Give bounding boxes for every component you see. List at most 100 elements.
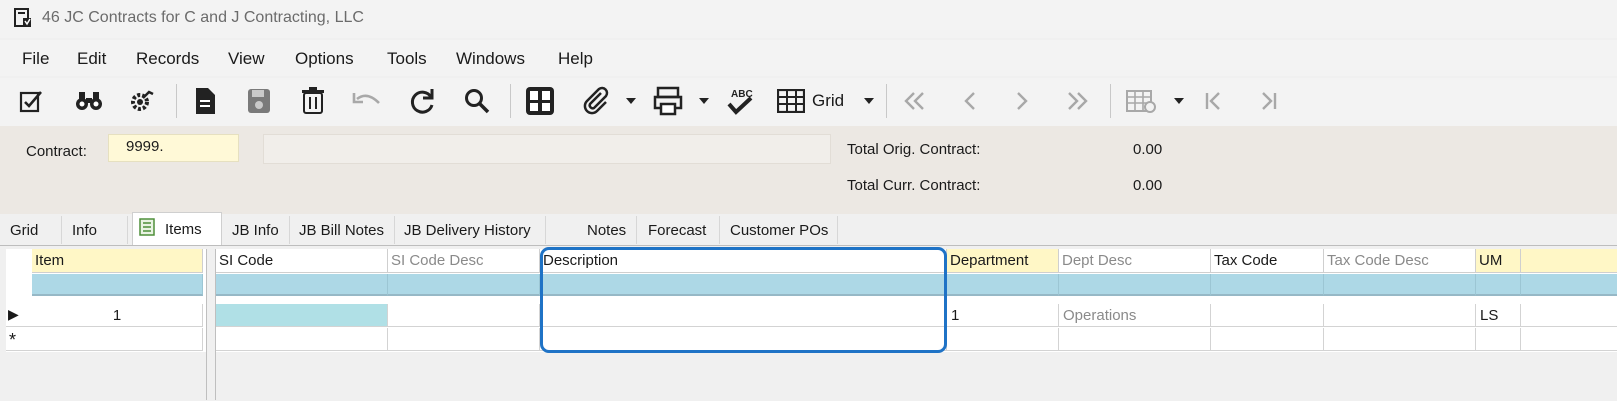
total-curr-contract-label: Total Curr. Contract: [847,177,981,194]
go-last-icon[interactable] [1252,78,1284,124]
undo-icon[interactable] [350,78,384,124]
contract-input[interactable]: 9999. [108,134,239,162]
tab-forecast[interactable]: Forecast [642,216,720,244]
new-row-cell-tax-code[interactable] [1211,328,1324,351]
toolbar-separator [510,84,511,118]
toolbar-separator [176,84,177,118]
chevron-down-icon[interactable] [862,78,876,124]
cell-dept-desc: Operations [1059,304,1211,327]
tab-notes[interactable]: Notes [581,216,637,244]
description-column-highlight [540,247,947,353]
binoculars-icon[interactable] [72,78,106,124]
chevron-down-icon[interactable] [1172,78,1186,124]
tab-items-label: Items [165,220,202,238]
filter-cell-tax-code-desc[interactable] [1324,274,1476,296]
new-row-cell-dept-desc [1059,328,1211,351]
tab-items[interactable]: Items [132,212,222,245]
new-row-cell-si-code[interactable] [216,328,388,351]
spellcheck-icon[interactable]: ABC [722,78,758,124]
cell-um[interactable]: LS [1476,304,1521,327]
toolbar-separator [1110,84,1111,118]
save-icon[interactable] [244,78,274,124]
delete-icon[interactable] [298,78,328,124]
filter-cell-tax-code[interactable] [1211,274,1324,296]
new-row-cell-item[interactable] [32,328,203,351]
grid-settings-icon[interactable] [1124,78,1160,124]
column-header-item[interactable]: Item [32,249,203,273]
menu-options[interactable]: Options [295,49,354,69]
edit-icon[interactable] [16,78,48,124]
tab-customer-pos[interactable]: Customer POs [724,216,838,244]
cell-item[interactable]: 1 [32,304,203,327]
previous-record-icon[interactable] [954,78,986,124]
print-icon[interactable] [650,78,686,124]
menu-records[interactable]: Records [136,49,199,69]
tab-jb-delivery-history[interactable]: JB Delivery History [398,216,546,244]
menu-file[interactable]: File [22,49,49,69]
column-header-tax-code[interactable]: Tax Code [1211,249,1324,273]
column-header-si-code[interactable]: SI Code [216,249,388,273]
new-row-cell-overflow [1521,328,1617,351]
go-first-icon[interactable] [1198,78,1230,124]
filter-cell-department[interactable] [947,274,1059,296]
column-header-um[interactable]: UM [1476,249,1521,273]
grid-layout-icon[interactable] [522,78,558,124]
menu-bar: File Edit Records View Options Tools Win… [0,40,1617,76]
first-record-icon[interactable] [898,78,930,124]
window-title: 46 JC Contracts for C and J Contracting,… [42,9,364,26]
column-header-dept-desc[interactable]: Dept Desc [1059,249,1211,273]
settings-icon[interactable] [124,78,158,124]
cell-overflow [1521,304,1617,327]
filter-cell-overflow [1521,274,1617,296]
filter-cell-dept-desc[interactable] [1059,274,1211,296]
new-row-cell-tax-code-desc [1324,328,1476,351]
new-document-icon[interactable] [190,78,220,124]
last-record-icon[interactable] [1062,78,1094,124]
column-header-tax-code-desc[interactable]: Tax Code Desc [1324,249,1476,273]
new-row-cell-department[interactable] [947,328,1059,351]
menu-view[interactable]: View [228,49,265,69]
column-header-overflow [1521,249,1617,273]
filter-cell-item[interactable] [32,274,203,296]
tab-grid[interactable]: Grid [4,216,62,244]
grid-icon[interactable] [774,78,808,124]
new-row-cell-um[interactable] [1476,328,1521,351]
contract-label: Contract: [26,143,87,160]
total-orig-contract-value: 0.00 [1133,141,1163,158]
cell-si-code-desc [388,304,540,327]
filter-cell-um[interactable] [1476,274,1521,296]
pane-splitter[interactable] [206,249,216,400]
cell-tax-code[interactable] [1211,304,1324,327]
toolbar: ABC Grid [0,78,1617,126]
form-icon [14,8,32,28]
column-header-department[interactable]: Department [947,249,1059,273]
menu-tools[interactable]: Tools [387,49,427,69]
cell-tax-code-desc [1324,304,1476,327]
total-orig-contract-label: Total Orig. Contract: [847,141,981,158]
contract-description-field [263,134,831,164]
current-row-indicator: ▶ [6,304,32,327]
view-mode-label[interactable]: Grid [812,78,848,124]
menu-help[interactable]: Help [558,49,593,69]
tab-jb-info[interactable]: JB Info [226,216,290,244]
menu-edit[interactable]: Edit [77,49,106,69]
cell-si-code[interactable] [216,304,388,327]
attachment-icon[interactable] [578,78,614,124]
next-record-icon[interactable] [1006,78,1038,124]
new-row-indicator: * [6,328,32,351]
refresh-icon[interactable] [406,78,440,124]
total-curr-contract-value: 0.00 [1133,177,1163,194]
tab-jb-bill-notes[interactable]: JB Bill Notes [293,216,395,244]
cell-department[interactable]: 1 [947,304,1059,327]
column-header-si-code-desc[interactable]: SI Code Desc [388,249,540,273]
new-row-cell-si-code-desc [388,328,540,351]
tab-info[interactable]: Info [66,216,128,244]
filter-cell-si-code-desc[interactable] [388,274,540,296]
menu-windows[interactable]: Windows [456,49,525,69]
toolbar-separator [886,84,887,118]
search-icon[interactable] [460,78,494,124]
chevron-down-icon[interactable] [624,78,638,124]
chevron-down-icon[interactable] [697,78,711,124]
items-tab-icon [139,218,155,240]
filter-cell-si-code[interactable] [216,274,388,296]
